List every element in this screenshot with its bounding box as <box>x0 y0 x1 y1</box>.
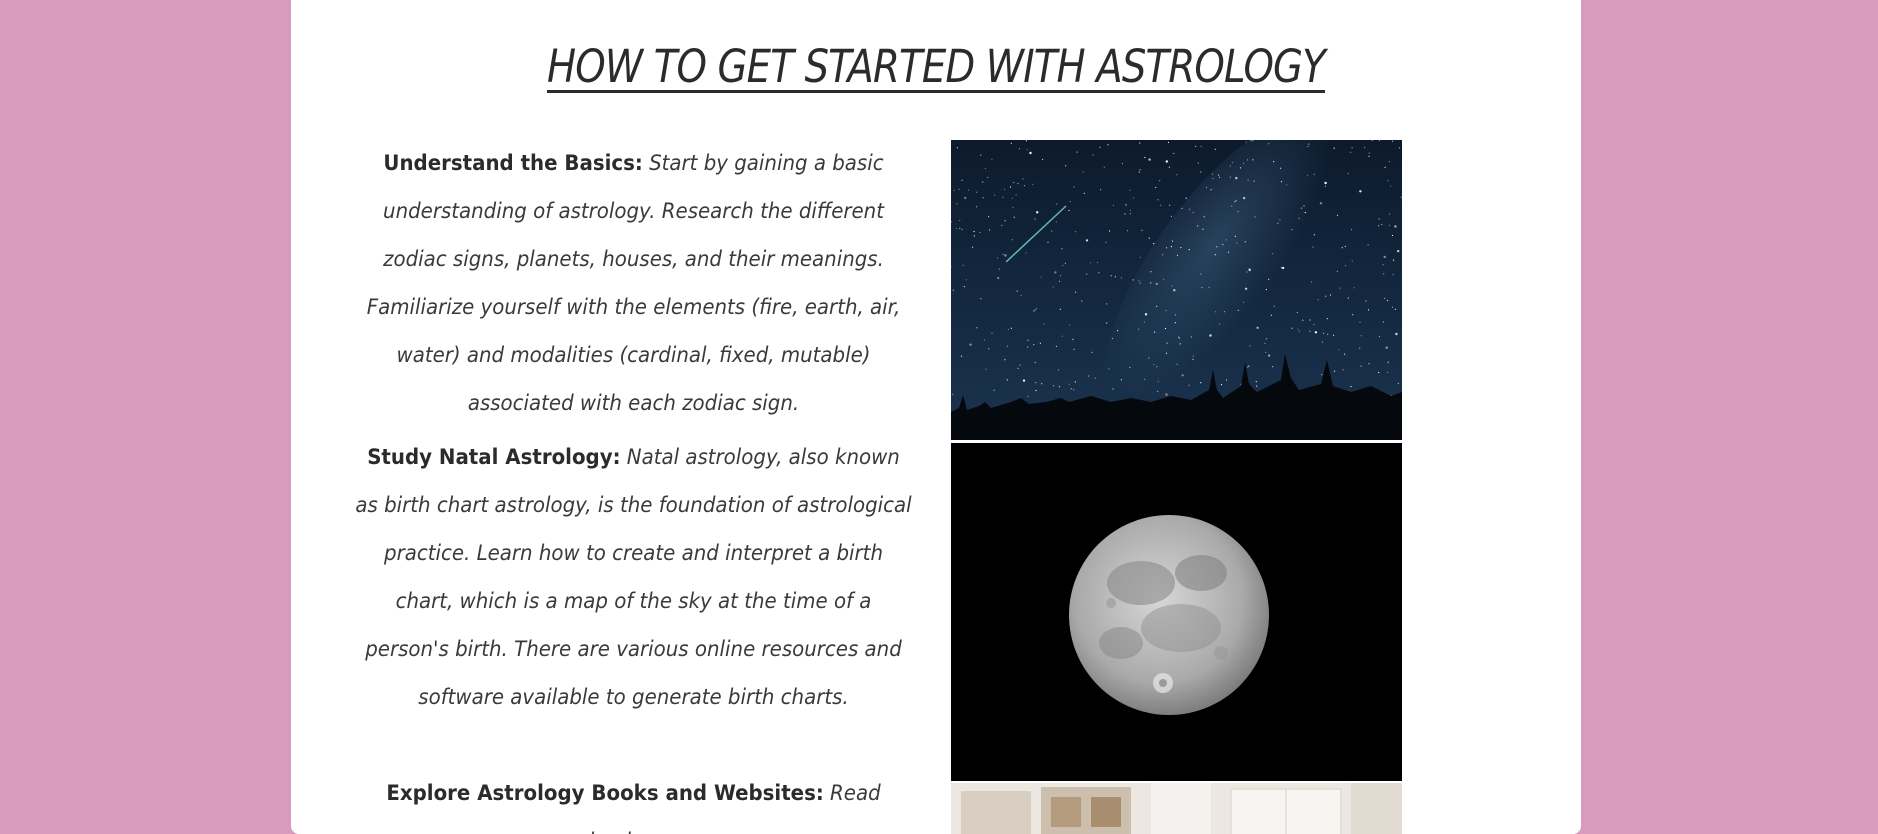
content-card: HOW TO GET STARTED WITH ASTROLOGY Unders… <box>291 0 1581 834</box>
text-column: Understand the Basics: Start by gaining … <box>331 140 936 834</box>
image-column <box>951 140 1402 834</box>
section-body: Natal astrology, also known as birth cha… <box>355 445 912 710</box>
section-heading: Study Natal Astrology: <box>367 445 621 470</box>
bright-room-image <box>951 783 1402 834</box>
section-heading: Explore Astrology Books and Websites: <box>386 781 824 806</box>
section-heading: Understand the Basics: <box>383 151 643 176</box>
page-title: HOW TO GET STARTED WITH ASTROLOGY <box>547 40 1326 93</box>
section-natal-astrology: Study Natal Astrology: Natal astrology, … <box>355 434 912 722</box>
section-body: Start by gaining a basic understanding o… <box>366 151 901 416</box>
section-understand-basics: Understand the Basics: Start by gaining … <box>355 140 912 428</box>
section-explore-books: Explore Astrology Books and Websites: Re… <box>355 770 912 834</box>
full-moon-image <box>951 443 1402 781</box>
starry-night-image <box>951 140 1402 440</box>
